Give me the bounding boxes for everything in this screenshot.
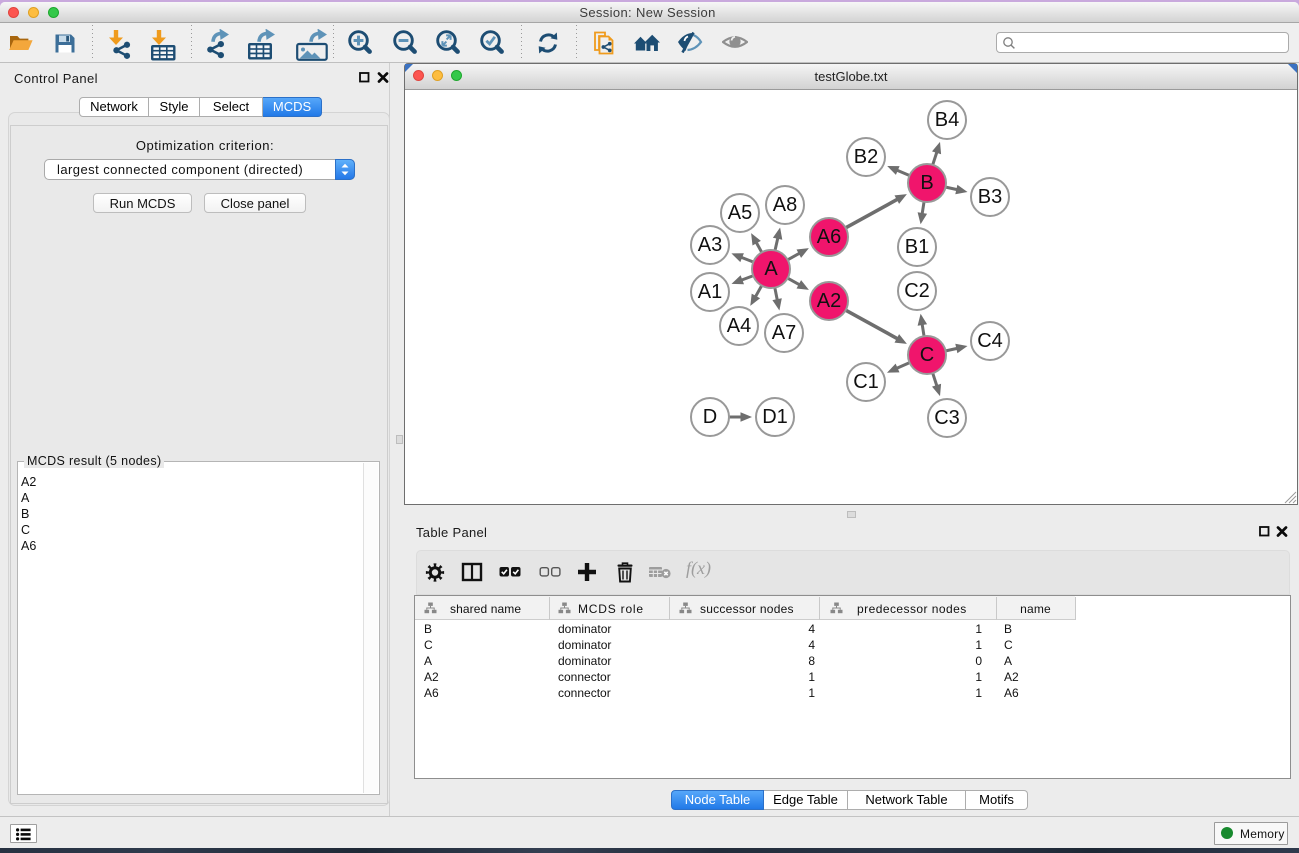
svg-text:B3: B3 [978,186,1002,208]
svg-text:C2: C2 [904,280,930,302]
svg-text:A1: A1 [698,281,722,303]
svg-text:B: B [920,172,933,194]
svg-text:A5: A5 [728,202,752,224]
svg-text:B2: B2 [854,146,878,168]
svg-text:A7: A7 [772,322,796,344]
svg-text:D: D [703,406,717,428]
svg-text:A8: A8 [773,194,797,216]
svg-text:D1: D1 [762,406,788,428]
svg-text:B4: B4 [935,109,959,131]
svg-text:A2: A2 [817,290,841,312]
svg-text:A3: A3 [698,234,722,256]
svg-text:A4: A4 [727,315,751,337]
svg-text:B1: B1 [905,236,929,258]
svg-text:C4: C4 [977,330,1003,352]
svg-text:C3: C3 [934,407,960,429]
svg-text:A6: A6 [817,226,841,248]
svg-text:C: C [920,344,934,366]
svg-text:A: A [764,258,778,280]
svg-text:C1: C1 [853,371,879,393]
